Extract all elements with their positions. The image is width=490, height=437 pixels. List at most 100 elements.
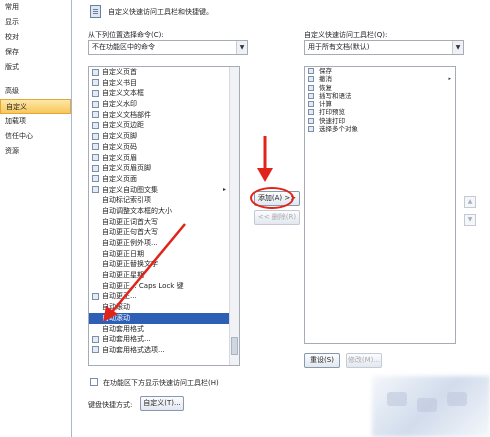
list-item[interactable]: 自动更正词首大写 bbox=[89, 217, 239, 228]
command-icon bbox=[92, 68, 99, 76]
modify-button[interactable]: 修改(M)... bbox=[346, 353, 382, 368]
list-item[interactable]: 自动套用格式 bbox=[89, 324, 239, 335]
nav-item[interactable]: 保存 bbox=[0, 45, 71, 60]
command-icon bbox=[92, 335, 99, 343]
command-label: 自定义页脚 bbox=[102, 132, 137, 141]
command-icon bbox=[92, 79, 99, 87]
submenu-arrow-icon: ▸ bbox=[222, 185, 226, 193]
toolbar-scope-value: 用于所有文档(默认) bbox=[308, 43, 370, 51]
list-item[interactable]: 插写和语法 bbox=[305, 92, 455, 100]
watermark-blob bbox=[447, 392, 467, 406]
command-icon bbox=[92, 250, 99, 257]
list-item[interactable]: 自动滚动 bbox=[89, 312, 239, 324]
commands-list[interactable]: 自定义页首 自定义书目 自定义文本框 自定义水印 自定义文档部件 自定义页边距 自定义页脚自… bbox=[88, 66, 240, 366]
list-item[interactable]: 撤消 ▸ bbox=[305, 75, 455, 83]
list-item[interactable]: 自定义自动图文集 ▸ bbox=[89, 185, 239, 196]
command-label: 自定义页首 bbox=[102, 68, 137, 76]
command-label: 自定义页边距 bbox=[102, 121, 144, 130]
command-label: 自动滚动 bbox=[102, 313, 130, 322]
command-icon bbox=[92, 240, 99, 247]
list-item[interactable]: 自动更正日期 bbox=[89, 249, 239, 260]
nav-item[interactable]: 信任中心 bbox=[0, 129, 71, 144]
nav-item[interactable]: 加载项 bbox=[0, 114, 71, 129]
list-item[interactable]: 打印预览 bbox=[305, 108, 455, 116]
list-item[interactable]: 自动更正句首大写 bbox=[89, 227, 239, 238]
command-label: 计算 bbox=[319, 100, 332, 109]
command-label: 自动套用格式... bbox=[102, 335, 151, 344]
customize-shortcuts-button[interactable]: 自定义(T)... bbox=[140, 396, 184, 411]
list-item[interactable]: 自动滚动 bbox=[89, 302, 239, 313]
command-icon bbox=[92, 154, 99, 161]
command-label: 自定义页面 bbox=[102, 174, 137, 183]
list-item[interactable]: 选择多个对象 bbox=[305, 125, 455, 133]
show-below-ribbon-checkbox[interactable] bbox=[90, 378, 98, 386]
submenu-arrow-icon: ▸ bbox=[448, 76, 451, 83]
command-label: 打印预览 bbox=[319, 108, 345, 117]
command-icon bbox=[308, 68, 314, 74]
move-up-icon[interactable]: ▲ bbox=[464, 196, 476, 208]
command-icon bbox=[92, 314, 99, 321]
customize-toolbar-label: 自定义快速访问工具栏(Q): bbox=[304, 31, 388, 39]
list-item[interactable]: 自定义页脚 bbox=[89, 131, 239, 142]
nav-item[interactable]: 资源 bbox=[0, 144, 71, 159]
customize-panel: 自定义快速访问工具栏和快捷键。 从下列位置选择命令(C): 不在功能区中的命令 … bbox=[72, 0, 490, 437]
command-icon bbox=[92, 325, 99, 332]
remove-button[interactable]: << 删除(R) bbox=[254, 210, 300, 225]
list-item[interactable]: 自定义页码 bbox=[89, 142, 239, 153]
command-label: 选择多个对象 bbox=[319, 125, 358, 134]
commands-scrollbar[interactable] bbox=[229, 67, 239, 365]
scrollbar-thumb[interactable] bbox=[231, 337, 238, 355]
command-label: 自定义页眉 bbox=[102, 153, 137, 162]
list-item[interactable]: 自定义文本框 bbox=[89, 88, 239, 99]
nav-item[interactable]: 自定义 bbox=[0, 99, 71, 114]
nav-item[interactable]: 版式 bbox=[0, 60, 71, 75]
command-icon bbox=[308, 76, 314, 83]
chevron-down-icon[interactable]: ▼ bbox=[236, 41, 247, 54]
nav-item[interactable]: 校对 bbox=[0, 30, 71, 45]
list-item[interactable]: 自定义页边距 bbox=[89, 120, 239, 131]
list-item[interactable]: 恢复 bbox=[305, 84, 455, 92]
list-item[interactable]: 自定义页眉 bbox=[89, 153, 239, 164]
list-item[interactable]: 自定义页眉页脚 bbox=[89, 163, 239, 174]
list-item[interactable]: 自动更正星期 bbox=[89, 270, 239, 281]
command-label: 撤消 bbox=[319, 75, 332, 84]
command-label: 自定义文本框 bbox=[102, 89, 144, 98]
list-item[interactable]: 自定义书目 bbox=[89, 78, 239, 89]
command-icon bbox=[92, 304, 99, 311]
nav-item[interactable]: 高级 bbox=[0, 84, 71, 99]
nav-item[interactable]: 常用 bbox=[0, 0, 71, 15]
toolbar-scope-dropdown[interactable]: 用于所有文档(默认) ▼ bbox=[304, 40, 464, 55]
toolbar-commands-list[interactable]: 保存 撤消 ▸ 恢复 插写和语法 计算 打印预览 快速打印 选择多个对象 bbox=[304, 66, 456, 344]
command-icon bbox=[92, 197, 99, 204]
watermark-blob bbox=[417, 398, 437, 412]
list-item[interactable]: 自定义页面 bbox=[89, 174, 239, 185]
command-icon bbox=[308, 84, 314, 91]
list-item[interactable]: 自动标记索引项 bbox=[89, 195, 239, 206]
list-item[interactable]: 自动调整文本框的大小 bbox=[89, 206, 239, 217]
choose-commands-dropdown[interactable]: 不在功能区中的命令 ▼ bbox=[88, 40, 248, 55]
move-down-icon[interactable]: ▼ bbox=[464, 214, 476, 226]
command-label: 自动更正词首大写 bbox=[102, 217, 158, 226]
watermark-blob bbox=[387, 392, 407, 406]
list-item[interactable]: 自动套用格式选项... bbox=[89, 345, 239, 356]
command-icon bbox=[308, 126, 314, 133]
command-icon bbox=[308, 117, 314, 124]
list-item[interactable]: 自动更正... Caps Lock 键 bbox=[89, 281, 239, 292]
list-item[interactable]: 自定义文档部件 bbox=[89, 110, 239, 121]
command-icon bbox=[92, 218, 99, 225]
command-icon bbox=[92, 261, 99, 268]
list-item[interactable]: 自动套用格式... bbox=[89, 334, 239, 345]
chevron-down-icon[interactable]: ▼ bbox=[452, 41, 463, 54]
list-item[interactable]: 自动更正例外项... bbox=[89, 238, 239, 249]
command-icon bbox=[92, 100, 99, 108]
list-item[interactable]: 自定义水印 bbox=[89, 99, 239, 110]
reset-button[interactable]: 重设(S) bbox=[304, 353, 340, 368]
command-icon bbox=[92, 282, 99, 289]
list-item[interactable]: 自动更正替换文字 bbox=[89, 259, 239, 270]
list-item[interactable]: 自动更正... bbox=[89, 291, 239, 302]
command-icon bbox=[308, 109, 314, 116]
nav-item[interactable]: 显示 bbox=[0, 15, 71, 30]
command-label: 自动更正替换文字 bbox=[102, 260, 158, 269]
list-item[interactable]: 自定义页首 bbox=[89, 67, 239, 78]
list-item[interactable]: 快速打印 bbox=[305, 117, 455, 125]
